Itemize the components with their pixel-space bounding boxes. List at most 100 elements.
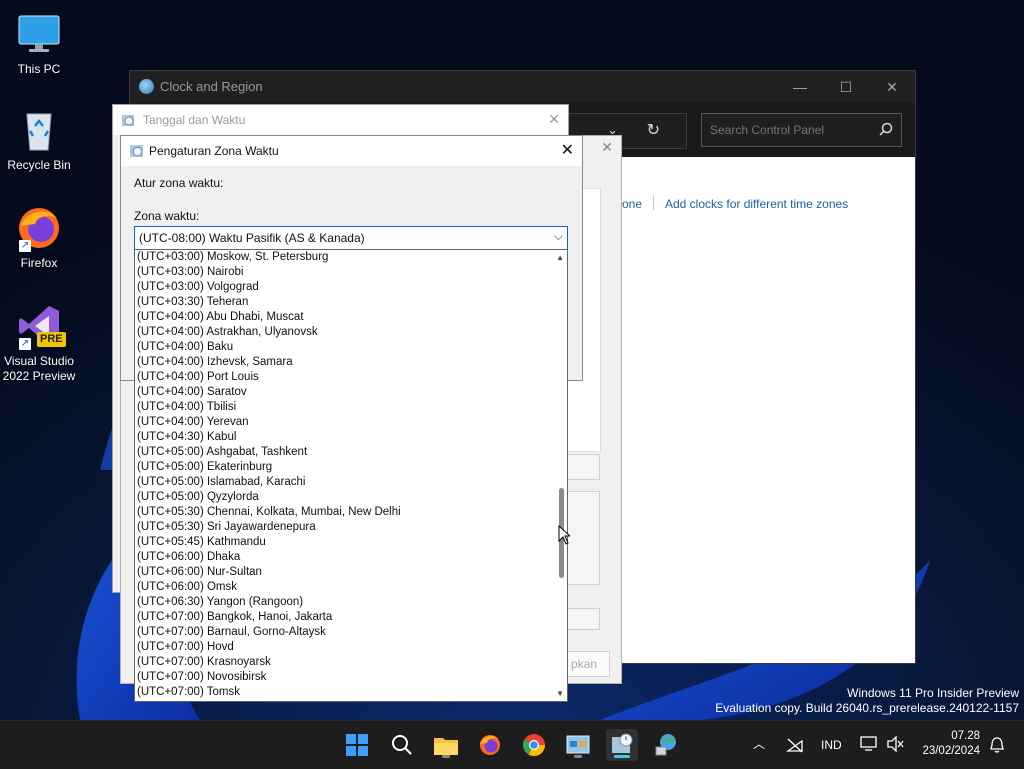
system-clock[interactable]: 07.28 23/02/2024 — [922, 729, 980, 759]
desktop-icon-label: 2022 Preview — [2, 369, 76, 383]
start-button[interactable] — [341, 729, 373, 761]
timezone-option[interactable]: (UTC+04:00) Yerevan — [135, 415, 567, 430]
network-taskbar-button[interactable] — [650, 729, 682, 761]
timezone-option[interactable]: (UTC+07:00) Bangkok, Hanoi, Jakarta — [135, 610, 567, 625]
date-time-titlebar[interactable]: Tanggal dan Waktu ✕ — [113, 105, 568, 135]
timezone-option[interactable]: (UTC+04:30) Kabul — [135, 430, 567, 445]
link-separator — [653, 196, 654, 210]
input-box[interactable] — [566, 491, 600, 585]
monitor-icon — [15, 10, 63, 58]
window-title: Clock and Region — [160, 79, 263, 94]
running-indicator — [614, 755, 630, 758]
taskbar: ︿ IND 07.28 23/02/2024 — [0, 720, 1024, 769]
add-clocks-link[interactable]: Add clocks for different time zones — [665, 197, 848, 211]
minimize-button[interactable]: — — [777, 71, 823, 103]
desktop-icon-this-pc[interactable]: This PC — [1, 10, 77, 77]
show-hidden-icons-chevron[interactable]: ︿ — [753, 735, 765, 752]
speaker-muted-icon[interactable] — [886, 736, 904, 752]
desktop-icon-label: This PC — [17, 62, 61, 76]
desktop-icon-recycle-bin[interactable]: Recycle Bin — [1, 106, 77, 173]
timezone-option[interactable]: (UTC+05:00) Islamabad, Karachi — [135, 475, 567, 490]
timezone-option[interactable]: (UTC+07:00) Krasnoyarsk — [135, 655, 567, 670]
date-time-icon — [130, 145, 143, 157]
timezone-options: (UTC+03:00) Moskow, St. Petersburg (UTC+0… — [135, 250, 567, 700]
start-icon — [346, 734, 368, 756]
window-title: Pengaturan Zona Waktu — [149, 144, 279, 158]
search-input[interactable] — [702, 114, 870, 146]
timezone-option[interactable]: (UTC+07:00) Barnaul, Gorno-Altaysk — [135, 625, 567, 640]
search-box[interactable] — [701, 113, 902, 147]
timezone-option[interactable]: (UTC+04:00) Astrakhan, Ulyanovsk — [135, 325, 567, 340]
scroll-up-arrow-icon[interactable]: ▲ — [556, 253, 564, 262]
desktop-icon-label: Visual Studio — [4, 354, 74, 368]
timezone-option[interactable]: (UTC+06:00) Nur-Sultan — [135, 565, 567, 580]
timezone-option[interactable]: (UTC+04:00) Izhevsk, Samara — [135, 355, 567, 370]
window-title: Tanggal dan Waktu — [143, 113, 246, 127]
monitor-display-icon[interactable] — [860, 736, 880, 752]
timezone-option[interactable]: (UTC+04:00) Abu Dhabi, Muscat — [135, 310, 567, 325]
input-box[interactable] — [566, 454, 600, 480]
timezone-option[interactable]: (UTC+05:00) Qyzylorda — [135, 490, 567, 505]
timezone-titlebar[interactable]: Pengaturan Zona Waktu ✕ — [121, 136, 582, 166]
network-disconnected-icon[interactable] — [786, 737, 804, 753]
close-button[interactable]: ✕ — [548, 111, 560, 128]
close-button[interactable]: ✕ — [869, 71, 915, 103]
timezone-option[interactable]: (UTC+04:00) Saratov — [135, 385, 567, 400]
timezone-option[interactable]: (UTC+05:30) Chennai, Kolkata, Mumbai, Ne… — [135, 505, 567, 520]
date-time-icon — [122, 115, 134, 126]
firefox-taskbar-button[interactable] — [474, 729, 506, 761]
desktop-icon-firefox[interactable]: ↗ Firefox — [1, 204, 77, 271]
close-button[interactable]: ✕ — [601, 139, 613, 156]
timezone-option[interactable]: (UTC+06:00) Dhaka — [135, 550, 567, 565]
desktop-icon-visual-studio[interactable]: PRE ↗ Visual Studio 2022 Preview — [1, 302, 77, 384]
scroll-down-arrow-icon[interactable]: ▼ — [556, 689, 564, 698]
file-explorer-button[interactable] — [430, 729, 462, 761]
watermark-line-1: Windows 11 Pro Insider Preview — [847, 686, 1019, 700]
preview-badge: PRE — [37, 332, 66, 347]
timezone-option[interactable]: (UTC+04:00) Tbilisi — [135, 400, 567, 415]
timezone-option[interactable]: (UTC+03:00) Nairobi — [135, 265, 567, 280]
input-language-indicator[interactable]: IND — [821, 738, 842, 752]
timezone-option[interactable]: (UTC+05:00) Ekaterinburg — [135, 460, 567, 475]
timezone-option[interactable]: (UTC+03:00) Moskow, St. Petersburg — [135, 250, 567, 265]
timezone-link-partial[interactable]: one — [622, 197, 642, 211]
shortcut-arrow-icon: ↗ — [19, 338, 31, 350]
date-time-taskbar-button[interactable] — [606, 729, 638, 761]
timezone-option[interactable]: (UTC+07:00) Hovd — [135, 640, 567, 655]
firefox-icon: ↗ — [15, 204, 63, 252]
visual-studio-icon: PRE ↗ — [15, 302, 66, 350]
timezone-option[interactable]: (UTC+05:00) Ashgabat, Tashkent — [135, 445, 567, 460]
chrome-taskbar-button[interactable] — [518, 729, 550, 761]
maximize-button[interactable]: ☐ — [823, 71, 869, 103]
control-panel-titlebar[interactable]: Clock and Region — ☐ ✕ — [130, 71, 915, 103]
chrome-icon — [523, 734, 545, 756]
close-button[interactable]: ✕ — [561, 140, 574, 160]
taskbar-search-button[interactable] — [386, 729, 418, 761]
timezone-option[interactable]: (UTC+07:00) Tomsk — [135, 685, 567, 700]
notification-bell-icon[interactable] — [989, 736, 1005, 754]
chevron-down-icon[interactable]: ⌵ — [554, 229, 563, 244]
recycle-bin-icon — [15, 106, 63, 154]
timezone-option[interactable]: (UTC+03:00) Volgograd — [135, 280, 567, 295]
desktop-icon-label: Recycle Bin — [7, 158, 71, 172]
clock-time: 07.28 — [951, 730, 980, 742]
timezone-option[interactable]: (UTC+07:00) Novosibirsk — [135, 670, 567, 685]
clock-region-icon — [139, 79, 154, 94]
timezone-option[interactable]: (UTC+05:30) Sri Jayawardenepura — [135, 520, 567, 535]
timezone-option[interactable]: (UTC+06:00) Omsk — [135, 580, 567, 595]
refresh-icon[interactable]: ↻ — [647, 120, 660, 140]
timezone-option[interactable]: (UTC+06:30) Yangon (Rangoon) — [135, 595, 567, 610]
timezone-option[interactable]: (UTC+04:00) Port Louis — [135, 370, 567, 385]
input-box[interactable] — [566, 608, 600, 630]
control-panel-taskbar-button[interactable] — [562, 729, 594, 761]
network-globe-icon — [655, 734, 676, 756]
clock-date: 23/02/2024 — [922, 745, 980, 757]
timezone-option[interactable]: (UTC+03:30) Teheran — [135, 295, 567, 310]
watermark-line-2: Evaluation copy. Build 26040.rs_prerelea… — [715, 701, 1019, 715]
scrollbar-track[interactable]: ▲ ▼ — [553, 250, 567, 701]
search-icon[interactable] — [879, 122, 893, 136]
timezone-option[interactable]: (UTC+05:45) Kathmandu — [135, 535, 567, 550]
timezone-option[interactable]: (UTC+04:00) Baku — [135, 340, 567, 355]
timezone-select[interactable]: (UTC-08:00) Waktu Pasifik (AS & Kanada) … — [134, 226, 568, 250]
timezone-dropdown-list[interactable]: (UTC+03:00) Moskow, St. Petersburg (UTC+0… — [134, 249, 568, 702]
